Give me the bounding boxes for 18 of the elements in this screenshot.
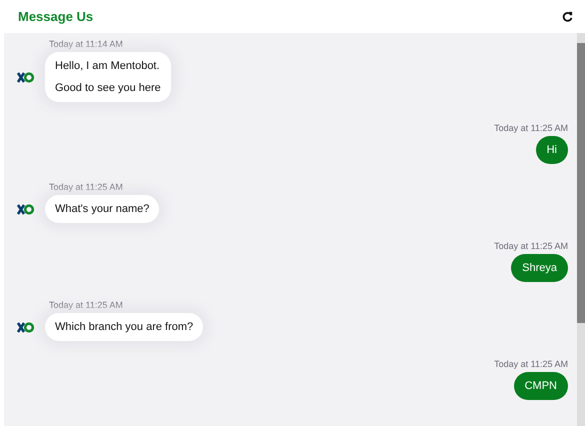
timestamp: Today at 11:14 AM	[49, 39, 123, 49]
timestamp: Today at 11:25 AM	[494, 123, 568, 133]
bot-logo-icon	[17, 72, 35, 83]
message-bubble: Shreya	[511, 254, 568, 282]
message-bubble: Which branch you are from?	[45, 313, 204, 341]
message-bubble: Hi	[536, 136, 568, 164]
header-title: Message Us	[18, 9, 94, 24]
bot-logo-icon	[17, 322, 35, 333]
message-bubble: Hello, I am Mentobot. Good to see you here	[45, 52, 171, 102]
bot-logo-icon	[17, 204, 35, 215]
scrollbar[interactable]	[577, 33, 585, 426]
timestamp: Today at 11:25 AM	[49, 300, 123, 310]
message-bubble: What's your name?	[45, 195, 160, 223]
message-bubble: CMPN	[514, 372, 568, 400]
timestamp: Today at 11:25 AM	[49, 182, 123, 192]
timestamp: Today at 11:25 AM	[494, 241, 568, 251]
timestamp: Today at 11:25 AM	[494, 359, 568, 369]
refresh-icon[interactable]	[562, 11, 573, 22]
